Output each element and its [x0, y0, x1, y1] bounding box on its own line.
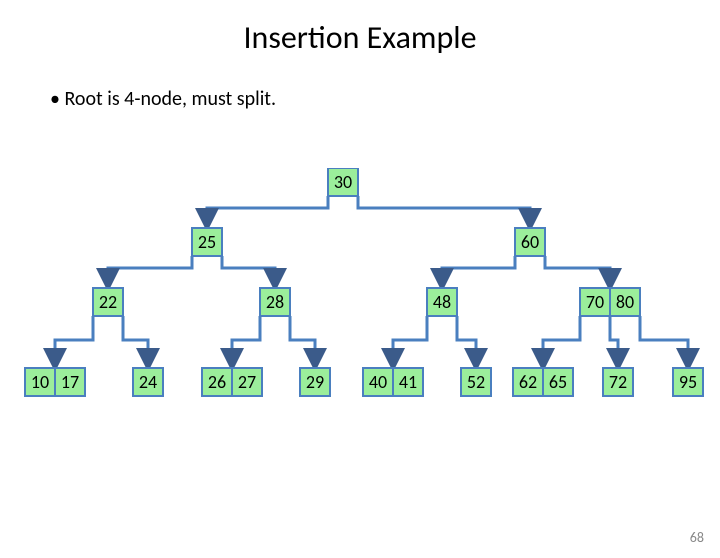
- svg-text:48: 48: [433, 291, 451, 313]
- node-leaf-3: 29: [300, 368, 330, 396]
- svg-text:25: 25: [198, 231, 216, 253]
- node-leaf-7: 72: [603, 368, 633, 396]
- svg-text:72: 72: [609, 371, 627, 393]
- node-leaf-5: 52: [461, 368, 491, 396]
- slide-title: Insertion Example: [0, 18, 720, 57]
- node-level2-0: 22: [93, 288, 123, 316]
- svg-text:70: 70: [586, 291, 604, 313]
- svg-text:95: 95: [679, 371, 697, 393]
- svg-text:26: 26: [208, 371, 226, 393]
- node-leaf-6: 62 65: [513, 368, 573, 396]
- svg-text:62: 62: [519, 371, 537, 393]
- svg-text:17: 17: [61, 371, 79, 393]
- node-leaf-0: 10 17: [25, 368, 85, 396]
- svg-text:80: 80: [616, 291, 634, 313]
- node-level2-3: 70 80: [580, 288, 640, 316]
- svg-text:29: 29: [306, 371, 324, 393]
- svg-text:40: 40: [369, 371, 387, 393]
- node-leaf-2: 26 27: [202, 368, 262, 396]
- node-leaf-4: 40 41: [363, 368, 423, 396]
- page-number: 68: [690, 529, 704, 546]
- svg-text:28: 28: [266, 291, 284, 313]
- node-leaf-8: 95: [673, 368, 703, 396]
- svg-text:41: 41: [399, 371, 417, 393]
- svg-text:60: 60: [521, 231, 539, 253]
- svg-text:52: 52: [467, 371, 485, 393]
- node-leaf-1: 24: [133, 368, 163, 396]
- tree-diagram: 30 25 60 22 28 48 70 80 10 17 24: [0, 168, 720, 468]
- svg-text:24: 24: [139, 371, 157, 393]
- svg-text:27: 27: [238, 371, 256, 393]
- svg-text:30: 30: [334, 171, 352, 193]
- svg-text:22: 22: [99, 291, 117, 313]
- node-level1-left: 25: [192, 228, 222, 256]
- svg-text:65: 65: [549, 371, 567, 393]
- svg-text:10: 10: [31, 371, 49, 393]
- node-level1-right: 60: [515, 228, 545, 256]
- bullet-text: Root is 4-node, must split.: [50, 87, 720, 111]
- node-root: 30: [328, 168, 358, 196]
- node-level2-2: 48: [427, 288, 457, 316]
- node-level2-1: 28: [260, 288, 290, 316]
